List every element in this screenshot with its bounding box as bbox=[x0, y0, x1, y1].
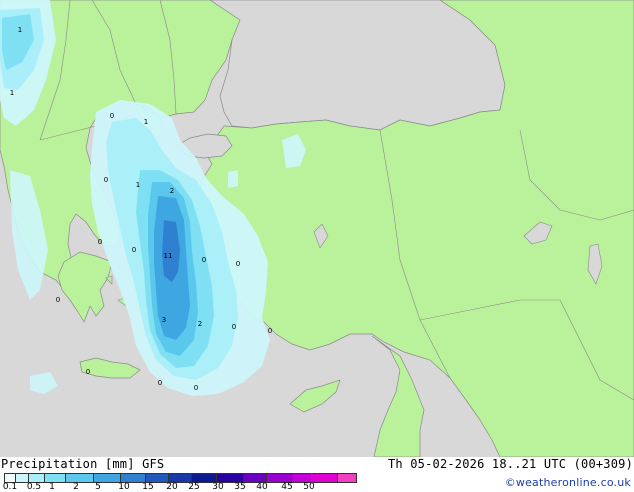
valid-time: Th 05-02-2026 18..21 UTC (00+309) bbox=[387, 457, 633, 471]
isoline-label: 0 bbox=[104, 176, 108, 184]
scale-tick-label: 10 bbox=[118, 482, 130, 492]
isoline-label: 0 bbox=[268, 327, 272, 335]
scale-tick-label: 0.5 bbox=[26, 482, 42, 492]
scale-tick-label: 50 bbox=[303, 482, 315, 492]
isoline-label: 0 bbox=[110, 112, 114, 120]
scale-labels: 0.1 0.5 1 2 5 10 15 20 25 30 35 40 45 50 bbox=[0, 482, 340, 492]
isoline-label: 11 bbox=[164, 252, 173, 260]
isoline-label: 2 bbox=[170, 187, 174, 195]
scale-tick-label: 30 bbox=[212, 482, 224, 492]
scale-tick-label: 25 bbox=[188, 482, 200, 492]
isoline-label: 1 bbox=[18, 26, 22, 34]
scale-tick-label: 5 bbox=[95, 482, 101, 492]
isoline-label: 0 bbox=[158, 379, 162, 387]
isoline-label: 0 bbox=[194, 384, 198, 392]
scale-tick-label: 0.1 bbox=[2, 482, 18, 492]
isoline-label: 0 bbox=[98, 238, 102, 246]
credit-link[interactable]: ©weatheronline.co.uk bbox=[505, 476, 631, 489]
isoline-label: 0 bbox=[236, 260, 240, 268]
scale-tick-label: 35 bbox=[234, 482, 246, 492]
scale-tick-label: 20 bbox=[166, 482, 178, 492]
isoline-label: 2 bbox=[198, 320, 202, 328]
isoline-label: 1 bbox=[10, 89, 14, 97]
isoline-label: 0 bbox=[132, 246, 136, 254]
map-footer: Precipitation [mm] GFS Th 05-02-2026 18.… bbox=[0, 457, 634, 492]
scale-tick-label: 1 bbox=[49, 482, 55, 492]
isoline-label: 0 bbox=[202, 256, 206, 264]
isoline-label: 1 bbox=[136, 181, 140, 189]
isoline-label: 0 bbox=[232, 323, 236, 331]
map-canvas: 11010120011 0 003 2 0 0000 bbox=[0, 0, 634, 457]
map-title: Precipitation [mm] GFS bbox=[1, 457, 165, 471]
scale-swatch bbox=[337, 473, 357, 483]
isoline-label: 1 bbox=[144, 118, 148, 126]
scale-tick-label: 15 bbox=[142, 482, 154, 492]
scale-tick-label: 45 bbox=[281, 482, 293, 492]
scale-tick-label: 40 bbox=[256, 482, 268, 492]
isoline-label: 0 bbox=[86, 368, 90, 376]
precipitation-map: 1 1 0 1 0 1 2 0 0 11 0 0 0 3 2 0 0 0 0 0 bbox=[0, 0, 634, 457]
isoline-label: 3 bbox=[162, 316, 166, 324]
scale-tick-label: 2 bbox=[73, 482, 79, 492]
isoline-label: 0 bbox=[56, 296, 60, 304]
sea-black bbox=[209, 0, 506, 131]
